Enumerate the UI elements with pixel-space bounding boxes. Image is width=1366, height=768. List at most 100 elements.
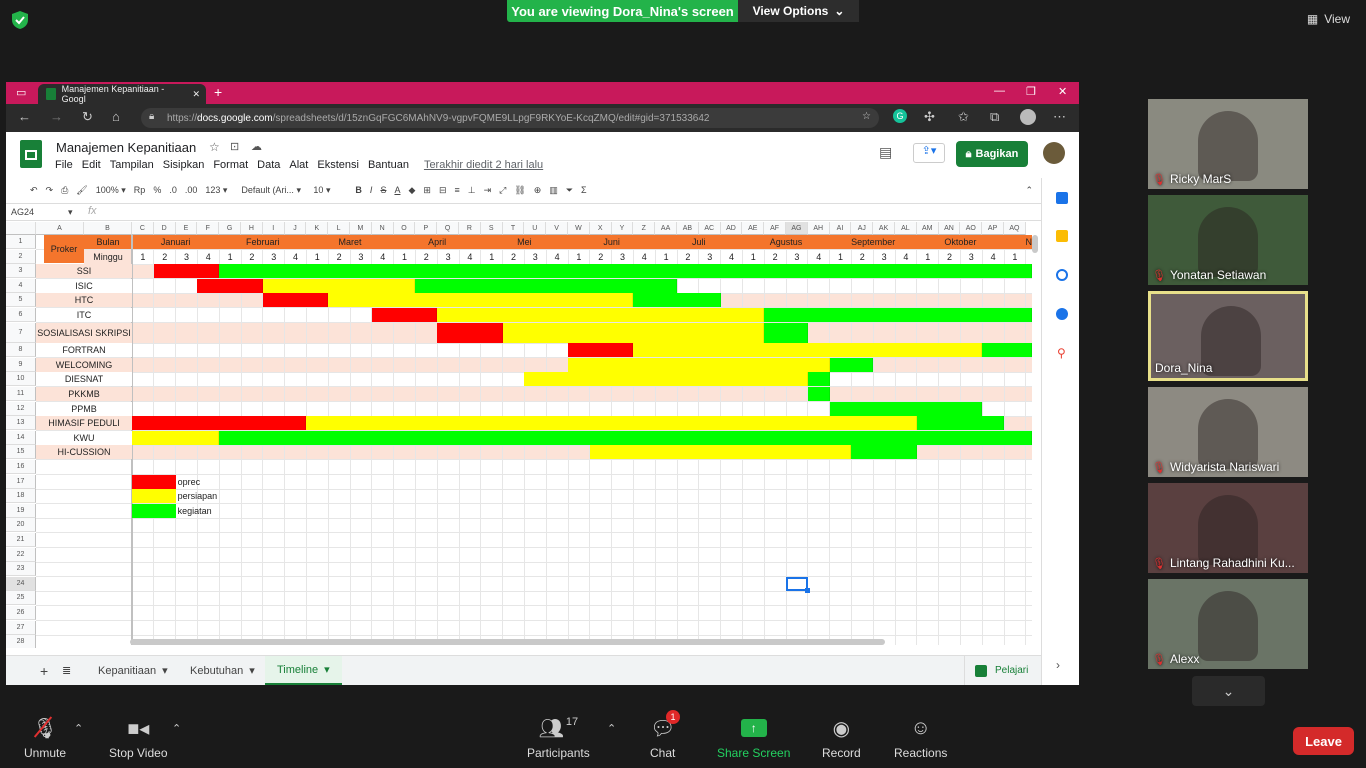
name-box[interactable]: AG24 bbox=[11, 207, 34, 217]
name-box-dropdown-icon[interactable]: ▾ bbox=[68, 207, 73, 218]
maps-icon[interactable]: ⚲ bbox=[1057, 346, 1066, 360]
tab-timeline[interactable]: Timeline ▾ bbox=[265, 656, 342, 685]
column-header[interactable]: A bbox=[36, 222, 84, 235]
participants-options-icon[interactable]: ⌃ bbox=[607, 722, 616, 735]
column-header[interactable]: Z bbox=[633, 222, 656, 235]
video-options-icon[interactable]: ⌃ bbox=[172, 722, 181, 735]
column-header[interactable]: AL bbox=[895, 222, 917, 235]
paint-format-icon[interactable]: 🖌︎ bbox=[76, 185, 87, 196]
row-header[interactable]: 4 bbox=[6, 278, 36, 293]
forward-icon[interactable]: → bbox=[50, 109, 63, 124]
column-header[interactable]: AI bbox=[829, 222, 852, 235]
add-sheet-icon[interactable]: + bbox=[40, 656, 48, 685]
comments-icon[interactable]: ▤ bbox=[879, 144, 892, 161]
sheets-logo-icon[interactable] bbox=[20, 140, 42, 168]
column-header[interactable]: B bbox=[84, 222, 132, 235]
more-menu-icon[interactable]: ⋯ bbox=[1053, 109, 1066, 125]
column-header[interactable]: AB bbox=[677, 222, 699, 235]
spreadsheet-grid[interactable]: A B C D E F G H I J K L M N O P Q R S T U V W X Y Z AA AB AC AD AE AF AG… bbox=[6, 222, 1041, 648]
column-header[interactable]: F bbox=[197, 222, 220, 235]
tab-kepanitiaan[interactable]: Kepanitiaan ▾ bbox=[98, 656, 168, 685]
currency-button[interactable]: Rp bbox=[134, 185, 146, 195]
column-header[interactable]: AC bbox=[698, 222, 721, 235]
align-vertical-icon[interactable]: ⊥ bbox=[468, 185, 476, 196]
view-options-button[interactable]: View Options ⌄ bbox=[738, 0, 859, 22]
favorites-icon[interactable]: ✩ bbox=[958, 109, 969, 125]
row-header[interactable]: 18 bbox=[6, 489, 36, 504]
collapse-toolbar-icon[interactable]: ⌃ bbox=[1025, 185, 1033, 196]
vertical-scrollbar[interactable] bbox=[1032, 235, 1038, 253]
font-select[interactable]: Default (Ari... ▾ bbox=[241, 185, 305, 196]
row-header[interactable]: 21 bbox=[6, 533, 36, 547]
row-header[interactable]: 25 bbox=[6, 591, 36, 606]
column-header[interactable]: AP bbox=[982, 222, 1004, 235]
participant-tile[interactable]: 🎙︎ Lintang Rahadhini Ku... bbox=[1148, 483, 1308, 573]
column-header[interactable]: Y bbox=[611, 222, 634, 235]
row-header[interactable]: 15 bbox=[6, 445, 36, 460]
row-header[interactable]: 23 bbox=[6, 562, 36, 577]
align-horizontal-icon[interactable]: ≡ bbox=[454, 185, 459, 195]
row-header[interactable]: 1 bbox=[6, 235, 36, 249]
column-header[interactable]: X bbox=[589, 222, 612, 235]
grammarly-icon[interactable]: G bbox=[893, 109, 907, 123]
row-header[interactable]: 11 bbox=[6, 387, 36, 401]
reactions-button[interactable]: ☺ Reactions bbox=[894, 716, 947, 761]
scroll-down-icon[interactable]: ⌄ bbox=[1192, 676, 1265, 706]
close-window-icon[interactable]: ✕ bbox=[1058, 85, 1067, 98]
menu-data[interactable]: Data bbox=[257, 159, 280, 171]
row-header[interactable]: 24 bbox=[6, 576, 36, 591]
functions-icon[interactable]: Σ bbox=[581, 185, 587, 195]
column-header[interactable]: AJ bbox=[851, 222, 874, 235]
fill-handle[interactable] bbox=[804, 587, 810, 593]
bold-icon[interactable]: B bbox=[355, 185, 362, 195]
account-avatar[interactable] bbox=[1043, 142, 1065, 164]
profile-avatar[interactable] bbox=[1020, 109, 1036, 125]
row-header[interactable]: 2 bbox=[6, 249, 36, 264]
leave-button[interactable]: Leave bbox=[1293, 727, 1354, 755]
horizontal-scrollbar[interactable] bbox=[130, 639, 885, 646]
row-header[interactable]: 28 bbox=[6, 635, 36, 648]
row-header[interactable]: 5 bbox=[6, 293, 36, 308]
home-icon[interactable]: ⌂ bbox=[112, 109, 120, 124]
zoom-select[interactable]: 100% ▾ bbox=[96, 185, 126, 196]
menu-help[interactable]: Bantuan bbox=[368, 159, 409, 171]
url-field[interactable]: 🔒︎ https://docs.google.com/spreadsheets/… bbox=[141, 108, 879, 128]
row-header[interactable]: 20 bbox=[6, 518, 36, 533]
column-header[interactable]: P bbox=[415, 222, 438, 235]
chat-button[interactable]: 💬︎ 1 Chat bbox=[650, 710, 680, 760]
row-header[interactable]: 19 bbox=[6, 503, 36, 518]
browser-tab[interactable]: Manajemen Kepanitiaan - Googl ✕ bbox=[38, 84, 206, 104]
row-header[interactable]: 8 bbox=[6, 343, 36, 358]
borders-icon[interactable]: ⊞ bbox=[423, 185, 431, 196]
column-header[interactable]: V bbox=[546, 222, 568, 235]
strikethrough-icon[interactable]: S bbox=[380, 185, 386, 195]
explore-button[interactable]: Pelajari bbox=[964, 656, 1041, 685]
row-header[interactable]: 17 bbox=[6, 474, 36, 489]
back-icon[interactable]: ← bbox=[18, 109, 31, 124]
participants-button[interactable]: 👥︎ 17 Participants bbox=[527, 716, 590, 760]
menu-tools[interactable]: Alat bbox=[289, 159, 308, 171]
column-header[interactable]: M bbox=[350, 222, 372, 235]
row-header[interactable]: 26 bbox=[6, 606, 36, 620]
column-header[interactable]: Q bbox=[437, 222, 459, 235]
column-header[interactable]: T bbox=[502, 222, 525, 235]
column-header[interactable]: J bbox=[284, 222, 307, 235]
stop-video-button[interactable]: ■◂ Stop Video bbox=[109, 716, 168, 761]
cloud-status-icon[interactable]: ☁ bbox=[251, 140, 262, 153]
reload-icon[interactable]: ↻ bbox=[82, 109, 93, 125]
contacts-icon[interactable] bbox=[1056, 308, 1068, 320]
column-header[interactable]: AO bbox=[960, 222, 983, 235]
column-header[interactable]: E bbox=[175, 222, 198, 235]
insert-chart-icon[interactable]: ▥ bbox=[549, 185, 558, 196]
column-header[interactable]: L bbox=[328, 222, 350, 235]
minimize-icon[interactable]: — bbox=[994, 85, 1005, 97]
insert-comment-icon[interactable]: ⊕ bbox=[534, 185, 542, 196]
row-header[interactable]: 7 bbox=[6, 322, 36, 343]
menu-extensions[interactable]: Ekstensi bbox=[317, 159, 359, 171]
column-header[interactable]: K bbox=[306, 222, 329, 235]
keep-icon[interactable] bbox=[1056, 230, 1068, 242]
menu-insert[interactable]: Sisipkan bbox=[163, 159, 205, 171]
calendar-icon[interactable] bbox=[1056, 192, 1068, 204]
number-format-select[interactable]: 123 ▾ bbox=[205, 185, 227, 196]
column-header[interactable]: AK bbox=[873, 222, 895, 235]
